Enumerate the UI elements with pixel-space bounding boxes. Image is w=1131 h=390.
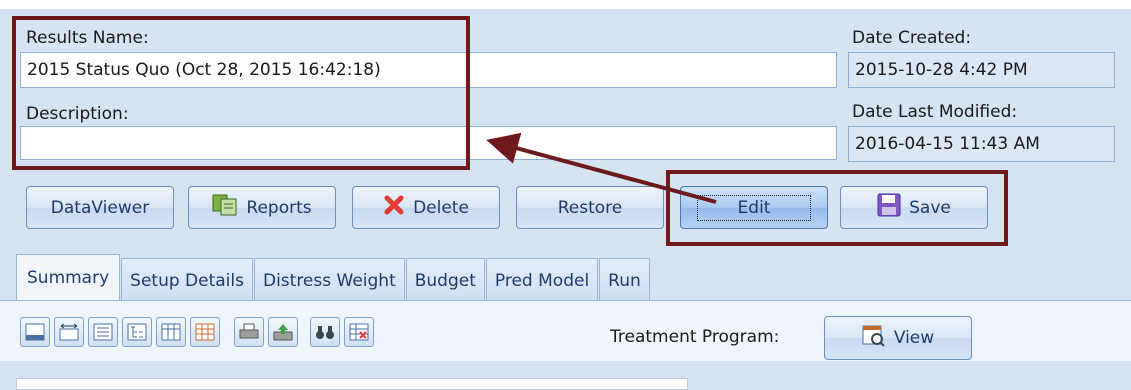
annotation-arrow <box>486 132 717 204</box>
